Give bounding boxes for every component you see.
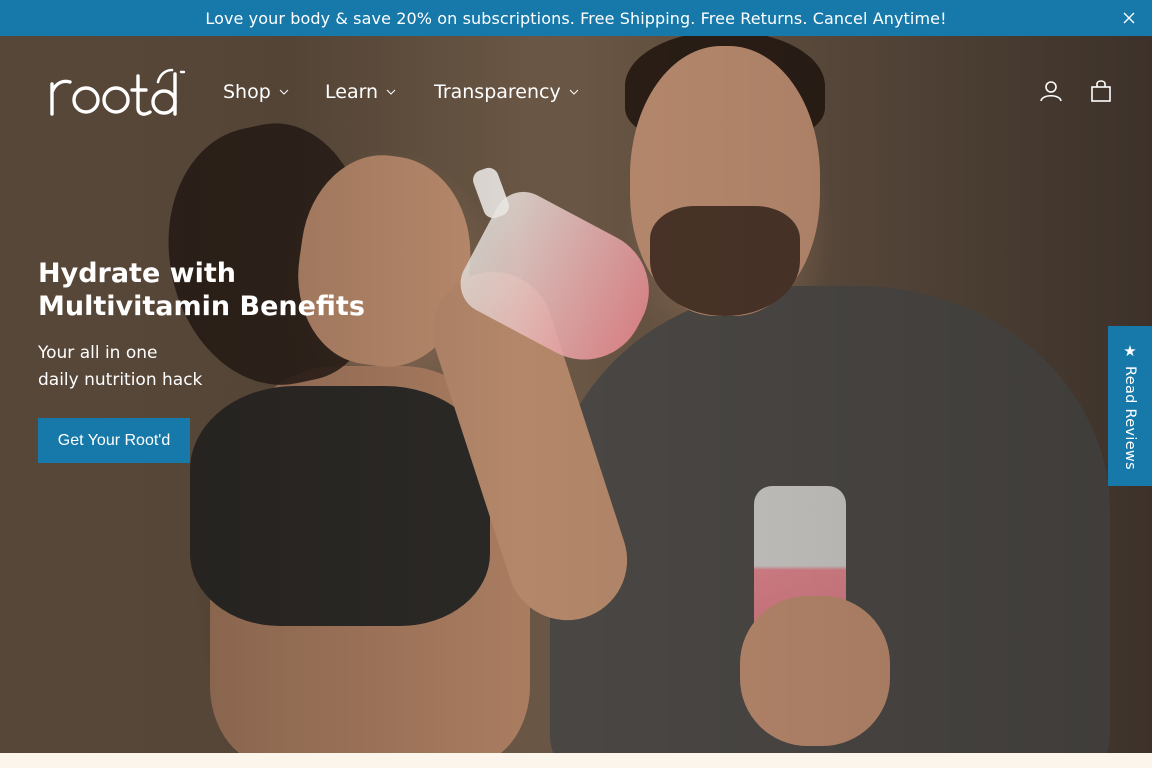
star-icon: ★ — [1123, 343, 1137, 360]
user-icon — [1040, 81, 1062, 102]
logo[interactable] — [48, 68, 188, 122]
get-your-rootd-button[interactable]: Get Your Root'd — [38, 418, 190, 463]
read-reviews-tab[interactable]: ★ Read Reviews — [1108, 326, 1152, 486]
cart-button[interactable] — [1086, 76, 1116, 106]
nav-shop-label: Shop — [223, 81, 271, 103]
page-bottom-strip — [0, 753, 1152, 768]
nav-learn[interactable]: Learn — [325, 78, 396, 106]
announcement-bar: Love your body & save 20% on subscriptio… — [0, 0, 1152, 36]
read-reviews-label: Read Reviews — [1122, 366, 1138, 470]
nav-shop[interactable]: Shop — [223, 78, 289, 106]
hero-banner — [0, 36, 1152, 753]
hero-overlay — [0, 36, 1152, 753]
nav-learn-label: Learn — [325, 81, 379, 103]
chevron-down-icon — [386, 89, 396, 95]
hero-subline: Your all in one daily nutrition hack — [38, 343, 203, 390]
nav-transparency-label: Transparency — [434, 81, 561, 103]
announcement-text: Love your body & save 20% on subscriptio… — [205, 8, 947, 28]
shopping-bag-icon — [1091, 80, 1111, 102]
close-icon[interactable] — [1120, 9, 1138, 27]
hero-headline: Hydrate with Multivitamin Benefits — [38, 258, 365, 322]
chevron-down-icon — [279, 89, 289, 95]
nav-transparency[interactable]: Transparency — [434, 78, 579, 106]
chevron-down-icon — [569, 89, 579, 95]
account-button[interactable] — [1036, 76, 1066, 106]
